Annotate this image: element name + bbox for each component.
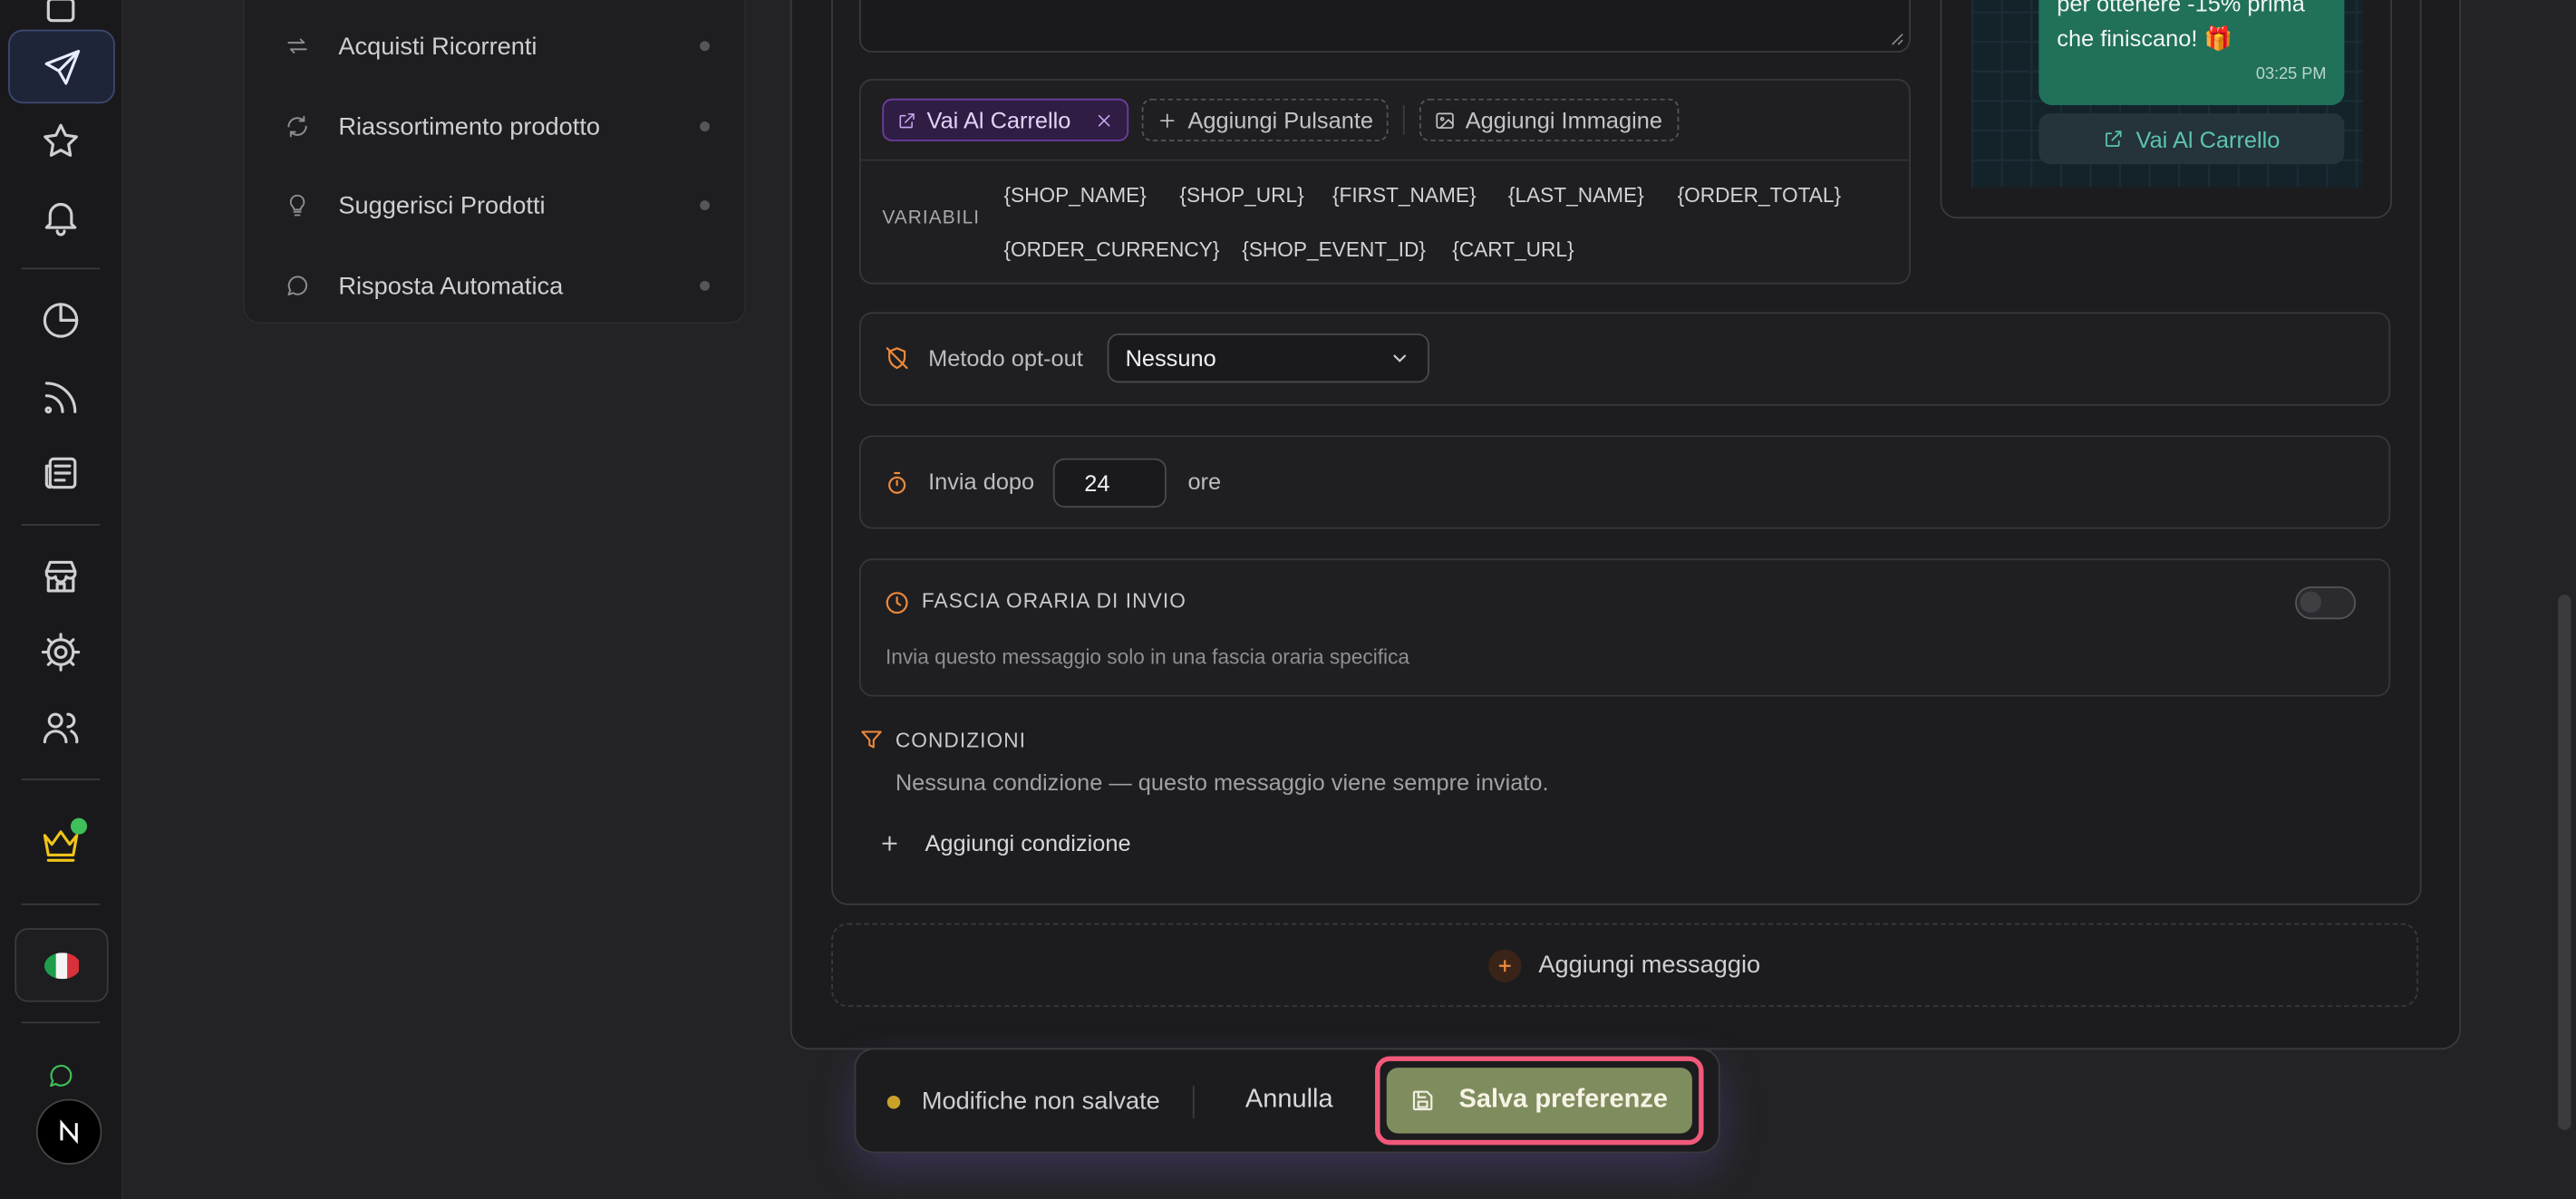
users-icon[interactable] (28, 695, 94, 761)
nav-item-riassortimento[interactable]: Riassortimento prodotto (285, 102, 600, 150)
message-textarea[interactable] (858, 0, 1911, 53)
cart-button-label: Vai Al Carrello (926, 106, 1071, 133)
toggle-knob (2300, 591, 2322, 614)
optout-box (858, 312, 2391, 406)
language-flag-button[interactable] (15, 928, 109, 1002)
add-condition-label: Aggiungi condizione (925, 829, 1131, 856)
newspaper-icon[interactable] (28, 440, 94, 507)
star-icon[interactable] (28, 109, 94, 175)
scrollbar-thumb[interactable] (2558, 595, 2571, 1130)
cancel-button[interactable]: Annulla (1245, 1086, 1333, 1116)
add-image-label: Aggiungi Immagine (1465, 106, 1662, 133)
send-icon[interactable] (8, 29, 115, 104)
variable-chip[interactable]: {SHOP_EVENT_ID} (1242, 238, 1426, 261)
variable-chip[interactable]: {SHOP_URL} (1179, 184, 1303, 207)
shield-off-icon (886, 347, 908, 370)
preview-cart-button: Vai Al Carrello (2039, 113, 2345, 165)
icon-rail (0, 0, 123, 1199)
image-icon (1436, 111, 1454, 129)
variable-chip[interactable]: {ORDER_TOTAL} (1678, 184, 1841, 207)
nav-item-acquisti-ricorrenti[interactable]: Acquisti Ricorrenti (285, 22, 537, 71)
save-button-label: Salva preferenze (1458, 1086, 1669, 1114)
crown-icon[interactable] (28, 811, 94, 877)
variable-chip[interactable]: {CART_URL} (1452, 238, 1574, 261)
send-after-label: Invia dopo (928, 468, 1035, 495)
time-window-description: Invia questo messaggio solo in una fasci… (885, 645, 1410, 669)
bubble-text-line: che finiscano! 🎁 (2057, 24, 2233, 52)
pie-chart-icon[interactable] (28, 287, 94, 353)
gear-icon[interactable] (28, 619, 94, 685)
nav-item-suggerisci[interactable]: Suggerisci Prodotti (285, 180, 546, 229)
time-window-toggle[interactable] (2295, 586, 2357, 620)
message-bubble: per ottenere -15% prima che finiscano! 🎁… (2039, 0, 2345, 105)
scrollbar-track[interactable] (2554, 0, 2576, 1199)
automation-nav: Acquisti Ricorrenti Riassortimento prodo… (243, 0, 746, 324)
rss-icon[interactable] (28, 364, 94, 430)
time-window-title: FASCIA ORARIA DI INVIO (921, 589, 1186, 614)
stopwatch-icon (888, 471, 906, 494)
optout-select[interactable]: Nessuno (1107, 333, 1429, 383)
avatar[interactable] (35, 1098, 102, 1165)
optout-label: Metodo opt-out (928, 344, 1083, 372)
preview-cart-button-label: Vai Al Carrello (2135, 125, 2281, 152)
plus-circle-icon (1488, 948, 1523, 981)
variables-label: VARIABILI (882, 208, 981, 228)
add-message-button[interactable]: Aggiungi messaggio (831, 923, 2418, 1008)
plus-icon (882, 835, 897, 850)
refresh-icon (287, 115, 307, 138)
nav-item-label: Riassortimento prodotto (338, 112, 601, 140)
filter-icon (861, 730, 882, 749)
nav-item-risposta-automatica[interactable]: Risposta Automatica (285, 261, 564, 310)
repeat-icon (287, 38, 307, 53)
conditions-empty-text: Nessuna condizione — questo messaggio vi… (895, 769, 1549, 796)
add-button-label: Aggiungi Pulsante (1187, 106, 1374, 133)
bell-icon[interactable] (28, 184, 94, 250)
chat-bubble-icon (287, 276, 308, 296)
add-message-label: Aggiungi messaggio (1538, 951, 1761, 980)
external-link-icon (2106, 131, 2122, 147)
bubble-text-line: per ottenere -15% prima (2057, 0, 2305, 17)
cart-button-chip[interactable]: Vai Al Carrello (882, 98, 1129, 141)
store-icon[interactable] (28, 544, 94, 610)
variable-chip[interactable]: {ORDER_CURRENCY} (1003, 238, 1219, 261)
clock-icon (886, 592, 908, 614)
next-logo-icon (60, 1119, 78, 1145)
variable-chip[interactable]: {LAST_NAME} (1508, 184, 1644, 207)
unsaved-status: Modifiche non salvate (921, 1087, 1160, 1116)
unsaved-dot (886, 1095, 901, 1109)
save-bar: Modifiche non salvate Annulla Salva pref… (854, 1048, 1720, 1154)
lightbulb-icon (289, 194, 305, 217)
status-dot (70, 817, 88, 835)
nav-item-label: Acquisti Ricorrenti (338, 32, 537, 61)
add-condition-button[interactable]: Aggiungi condizione (877, 827, 1131, 859)
save-button[interactable]: Salva preferenze (1386, 1068, 1692, 1134)
bubble-time: 03:25 PM (2255, 65, 2327, 84)
resize-handle-icon (1892, 34, 1903, 45)
conditions-title: CONDIZIONI (895, 729, 1027, 753)
send-after-unit: ore (1187, 468, 1222, 495)
optout-selected-value: Nessuno (1125, 344, 1216, 372)
send-after-value: 24 (1084, 469, 1110, 497)
variable-chip[interactable]: {FIRST_NAME} (1332, 184, 1477, 207)
variable-chip[interactable]: {SHOP_NAME} (1003, 184, 1146, 207)
save-icon (1412, 1090, 1433, 1111)
time-window-box (858, 558, 2391, 697)
close-icon[interactable] (1094, 110, 1114, 131)
external-link-icon (899, 112, 915, 128)
add-button-button[interactable]: Aggiungi Pulsante (1141, 98, 1389, 141)
plus-icon (1160, 112, 1175, 128)
nav-item-label: Risposta Automatica (338, 271, 564, 300)
send-after-input[interactable]: 24 (1052, 458, 1167, 508)
chevron-down-icon (1393, 354, 1407, 363)
italy-flag-icon (44, 952, 80, 979)
add-image-button[interactable]: Aggiungi Immagine (1419, 98, 1680, 141)
nav-item-label: Suggerisci Prodotti (338, 191, 546, 219)
